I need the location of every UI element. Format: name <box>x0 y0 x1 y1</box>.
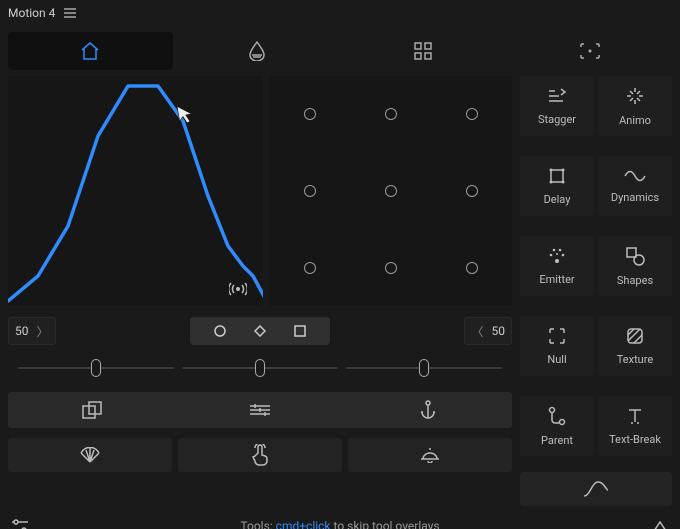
chevron-left-icon[interactable]: 〈 <box>471 323 483 340</box>
tool-null[interactable]: Null <box>520 316 594 376</box>
tool-palette: Stagger Animo Delay Dynamics Emitter Sha… <box>520 76 672 472</box>
action-bar <box>8 392 512 428</box>
tool-label: Text-Break <box>609 433 661 446</box>
tool-textbreak[interactable]: Text-Break <box>598 396 672 456</box>
tab-drop[interactable] <box>175 32 340 70</box>
anchor-point-grid <box>269 76 512 306</box>
collapse-up-icon[interactable] <box>650 516 670 529</box>
shape-square[interactable] <box>293 324 307 338</box>
tab-focus[interactable] <box>508 32 673 70</box>
touch-icon <box>252 444 268 466</box>
distribute-icon <box>249 403 271 417</box>
distribute-button[interactable] <box>176 392 344 428</box>
tab-home[interactable] <box>8 32 173 70</box>
menu-icon[interactable] <box>63 6 77 20</box>
clone-button[interactable] <box>8 392 176 428</box>
anchor-bottom-right[interactable] <box>466 262 478 274</box>
touch-button[interactable] <box>178 438 342 472</box>
easing-preset-button[interactable] <box>520 472 672 506</box>
anchor-top-left[interactable] <box>304 108 316 120</box>
tool-delay[interactable]: Delay <box>520 156 594 216</box>
tool-label: Null <box>547 353 566 366</box>
slider-3[interactable] <box>346 358 502 378</box>
tool-label: Animo <box>619 114 651 127</box>
null-icon <box>548 327 566 345</box>
footer-prefix: Tools: <box>240 519 275 529</box>
tool-emitter[interactable]: Emitter <box>520 236 594 296</box>
fan-button[interactable] <box>8 438 172 472</box>
dynamics-icon <box>624 169 646 183</box>
emitter-icon <box>547 247 567 265</box>
texture-icon <box>626 327 644 345</box>
delay-icon <box>548 167 566 185</box>
shapes-icon <box>625 246 645 266</box>
tool-animo[interactable]: Animo <box>598 76 672 136</box>
footer-hint: Tools: cmd+click to skip tool overlays <box>30 519 650 529</box>
anchor-bottom-center[interactable] <box>385 262 397 274</box>
anchor-icon <box>420 400 436 420</box>
tool-label: Emitter <box>539 273 574 286</box>
footer-accent: cmd+click <box>276 519 331 529</box>
tool-texture[interactable]: Texture <box>598 316 672 376</box>
tool-label: Delay <box>544 193 571 206</box>
parent-icon <box>548 406 566 426</box>
clone-icon <box>82 401 102 419</box>
tool-dynamics[interactable]: Dynamics <box>598 156 672 216</box>
anchor-top-center[interactable] <box>385 108 397 120</box>
fan-icon <box>79 447 101 463</box>
panel-title: Motion 4 <box>8 6 55 20</box>
shape-diamond[interactable] <box>253 324 267 338</box>
tool-label: Texture <box>617 353 653 366</box>
chevron-right-icon[interactable]: 〉 <box>37 323 49 340</box>
footer-suffix: to skip tool overlays <box>331 519 440 529</box>
stagger-icon <box>547 87 567 105</box>
shape-circle[interactable] <box>213 324 227 338</box>
bell-icon <box>420 447 440 463</box>
textbreak-icon <box>626 407 644 425</box>
slider-2[interactable] <box>182 358 338 378</box>
settings-sliders-icon[interactable] <box>10 516 30 529</box>
value-left-number: 50 <box>15 324 29 338</box>
animo-icon <box>625 86 645 106</box>
anchor-mid-left[interactable] <box>304 185 316 197</box>
tab-grid[interactable] <box>341 32 506 70</box>
anchor-mid-right[interactable] <box>466 185 478 197</box>
anchor-button[interactable] <box>344 392 512 428</box>
signal-icon[interactable] <box>229 282 247 296</box>
anchor-bottom-left[interactable] <box>304 262 316 274</box>
shape-toggle <box>190 317 330 345</box>
slider-1[interactable] <box>18 358 174 378</box>
easing-curve-panel[interactable] <box>8 76 263 306</box>
bell-button[interactable] <box>348 438 512 472</box>
value-right[interactable]: 〈 50 <box>464 317 512 345</box>
anchor-top-right[interactable] <box>466 108 478 120</box>
value-right-number: 50 <box>492 324 506 338</box>
anchor-mid-center[interactable] <box>385 185 397 197</box>
tool-label: Dynamics <box>611 191 659 204</box>
tool-label: Parent <box>541 434 573 447</box>
tool-label: Stagger <box>538 113 576 126</box>
tool-parent[interactable]: Parent <box>520 396 594 456</box>
tool-label: Shapes <box>617 274 653 287</box>
tool-stagger[interactable]: Stagger <box>520 76 594 136</box>
easing-icon <box>582 480 610 498</box>
tool-shapes[interactable]: Shapes <box>598 236 672 296</box>
value-left[interactable]: 50 〉 <box>8 317 56 345</box>
